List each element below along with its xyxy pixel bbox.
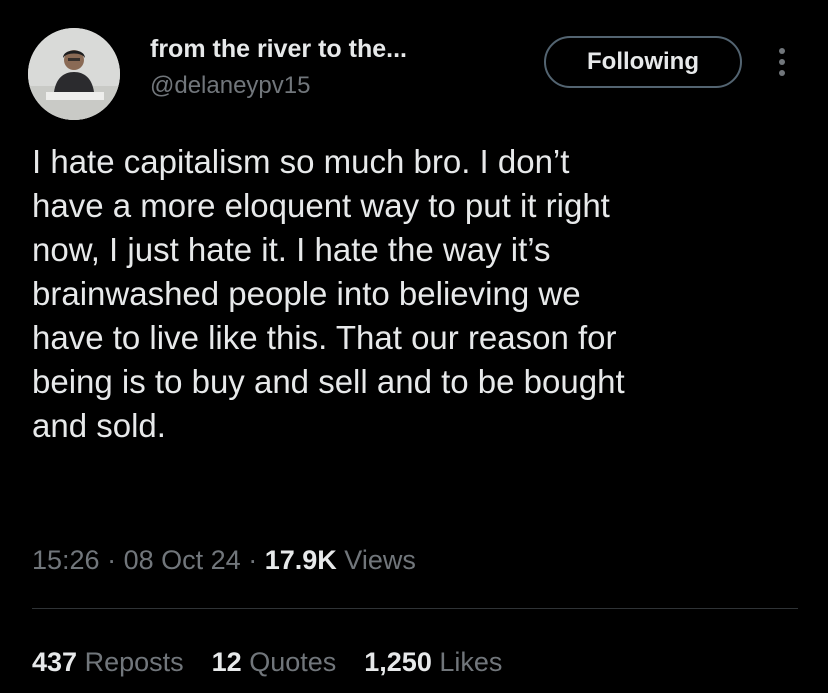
tweet-time[interactable]: 15:26: [32, 545, 100, 575]
vertical-ellipsis-icon: [779, 48, 785, 76]
tweet-detail: from the river to the... @delaneypv15 Fo…: [0, 0, 828, 693]
views-count[interactable]: 17.9K: [265, 545, 337, 575]
reposts-label: Reposts: [84, 647, 184, 677]
meta-separator: ·: [107, 545, 117, 575]
tweet-header: from the river to the... @delaneypv15 Fo…: [28, 28, 800, 120]
likes-label: Likes: [439, 647, 503, 677]
tweet-date[interactable]: 08 Oct 24: [124, 545, 241, 575]
stats-divider: [32, 608, 798, 609]
quotes-stat[interactable]: 12 Quotes: [212, 640, 337, 684]
meta-separator: ·: [248, 545, 258, 575]
user-avatar-icon: [28, 28, 120, 120]
quotes-count: 12: [211, 647, 242, 677]
quotes-label: Quotes: [249, 647, 337, 677]
author-identity: from the river to the... @delaneypv15: [150, 32, 540, 102]
author-display-name[interactable]: from the river to the...: [150, 32, 540, 66]
following-button[interactable]: Following: [544, 36, 742, 88]
reposts-count: 437: [32, 647, 78, 677]
author-handle[interactable]: @delaneypv15: [150, 70, 540, 102]
author-avatar[interactable]: [28, 28, 120, 120]
tweet-meta: 15:26 · 08 Oct 24 · 17.9K Views: [32, 538, 792, 582]
reposts-stat[interactable]: 437 Reposts: [32, 640, 184, 684]
tweet-stats: 437 Reposts 12 Quotes 1,250 Likes: [32, 640, 798, 684]
more-options-button[interactable]: [768, 42, 796, 82]
tweet-text: I hate capitalism so much bro. I don’t h…: [32, 143, 625, 444]
likes-count: 1,250: [364, 647, 432, 677]
views-label[interactable]: Views: [344, 545, 416, 575]
likes-stat[interactable]: 1,250 Likes: [364, 640, 502, 684]
